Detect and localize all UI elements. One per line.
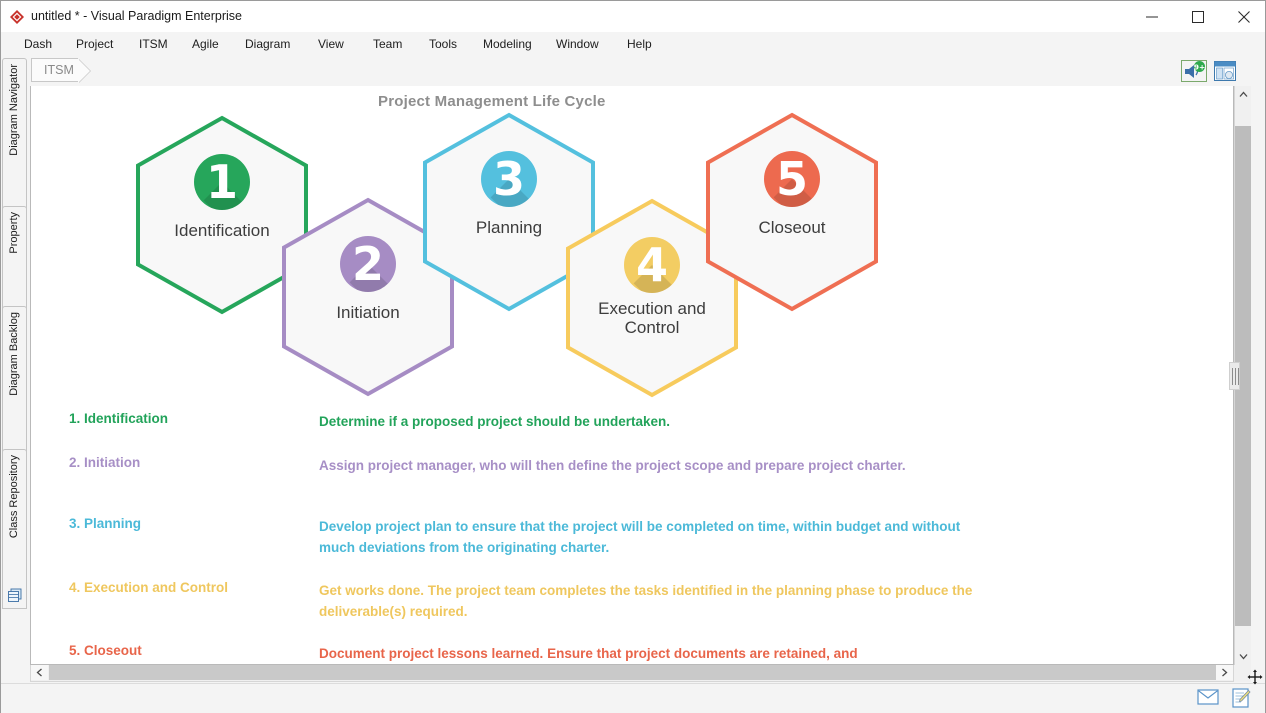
- menu-item-project[interactable]: Project: [67, 32, 122, 57]
- sidebar-tab-diagram-navigator[interactable]: Diagram Navigator: [2, 58, 27, 228]
- sidebar-tab-label: Property: [7, 212, 20, 254]
- step-number-circle: 1: [194, 154, 250, 210]
- menu-item-itsm[interactable]: ITSM: [130, 32, 177, 57]
- class-repository-icon: [6, 586, 24, 604]
- diagram-title: Project Management Life Cycle: [378, 93, 606, 110]
- horizontal-scrollbar[interactable]: [30, 665, 1234, 682]
- menu-item-diagram[interactable]: Diagram: [236, 32, 299, 57]
- toolbar-right: 9+: [1181, 59, 1239, 83]
- scroll-left-button[interactable]: [31, 665, 48, 680]
- sidebar-tab-label: Diagram Navigator: [7, 64, 20, 156]
- description-text-2: Assign project manager, who will then de…: [319, 458, 906, 473]
- breadcrumb-bar: [1, 57, 1265, 85]
- description-name-1: 1. Identification: [69, 411, 169, 426]
- notification-badge-text: 9+: [1194, 62, 1205, 71]
- step-number-circle: 3: [481, 151, 537, 207]
- window-layout-icon[interactable]: [1213, 60, 1239, 82]
- breadcrumb-label: ITSM: [44, 63, 74, 77]
- description-name-3: 3. Planning: [69, 516, 142, 531]
- sidebar-tab-label: Class Repository: [7, 455, 20, 539]
- scroll-down-button[interactable]: [1235, 648, 1251, 665]
- step-number-circle: 4: [624, 237, 680, 293]
- step-number: 3: [492, 152, 525, 206]
- menu-item-tools[interactable]: Tools: [420, 32, 466, 57]
- menu-item-dash[interactable]: Dash: [15, 32, 61, 57]
- step-number: 5: [775, 152, 808, 206]
- window-title: untitled * - Visual Paradigm Enterprise: [31, 9, 242, 23]
- sidebar-tab-class-repository[interactable]: Class Repository: [2, 449, 27, 609]
- status-bar-icons: [1197, 688, 1253, 708]
- menu-bar: Dash Project ITSM Agile Diagram View Team Tools…: [1, 32, 1265, 58]
- title-bar: untitled * - Visual Paradigm Enterprise: [1, 1, 1265, 33]
- envelope-icon[interactable]: [1197, 688, 1219, 708]
- sidebar-tab-diagram-backlog[interactable]: Diagram Backlog: [2, 306, 27, 471]
- visual-paradigm-diamond-icon: [9, 9, 25, 25]
- close-button[interactable]: [1221, 1, 1266, 32]
- application-window: untitled * - Visual Paradigm Enterprise …: [0, 0, 1266, 713]
- panel-resize-grip[interactable]: [1229, 362, 1240, 390]
- description-name-4: 4. Execution and Control: [69, 580, 229, 595]
- description-text-3: Develop project plan to ensure that the …: [319, 519, 961, 555]
- step-number-circle: 5: [764, 151, 820, 207]
- menu-item-view[interactable]: View: [309, 32, 353, 57]
- description-name-5: 5. Closeout: [69, 643, 142, 658]
- minimize-button[interactable]: [1129, 1, 1175, 32]
- description-text-5: Document project lessons learned. Ensure…: [319, 646, 858, 661]
- menu-item-modeling[interactable]: Modeling: [474, 32, 541, 57]
- menu-item-window[interactable]: Window: [547, 32, 608, 57]
- hexagon-shape: [706, 112, 878, 312]
- status-bar: [1, 683, 1265, 713]
- menu-item-help[interactable]: Help: [618, 32, 661, 57]
- description-text-4: Get works done. The project team complet…: [319, 583, 973, 619]
- menu-item-team[interactable]: Team: [364, 32, 411, 57]
- breadcrumb-arrow: [77, 59, 90, 83]
- note-edit-icon[interactable]: [1231, 688, 1253, 708]
- menu-item-agile[interactable]: Agile: [183, 32, 228, 57]
- scroll-right-button[interactable]: [1216, 665, 1233, 680]
- step-number: 2: [351, 237, 384, 291]
- scroll-up-button[interactable]: [1235, 86, 1251, 103]
- left-tab-strip: Diagram Navigator Property Diagram Backlog…: [2, 58, 28, 665]
- move-resize-icon[interactable]: [1247, 669, 1263, 685]
- megaphone-icon[interactable]: 9+: [1181, 60, 1207, 82]
- sidebar-tab-label: Diagram Backlog: [7, 312, 20, 396]
- horizontal-scroll-thumb[interactable]: [49, 665, 1217, 680]
- step-number: 4: [635, 238, 668, 292]
- breadcrumb[interactable]: ITSM: [31, 58, 91, 83]
- hexagon-step-5[interactable]: 5 Closeout: [706, 112, 878, 312]
- description-text-1: Determine if a proposed project should b…: [319, 414, 671, 429]
- step-number: 1: [205, 155, 238, 209]
- maximize-button[interactable]: [1175, 1, 1221, 32]
- hexagon-label: Closeout: [758, 218, 826, 237]
- description-name-2: 2. Initiation: [69, 455, 141, 470]
- step-number-circle: 2: [340, 236, 396, 292]
